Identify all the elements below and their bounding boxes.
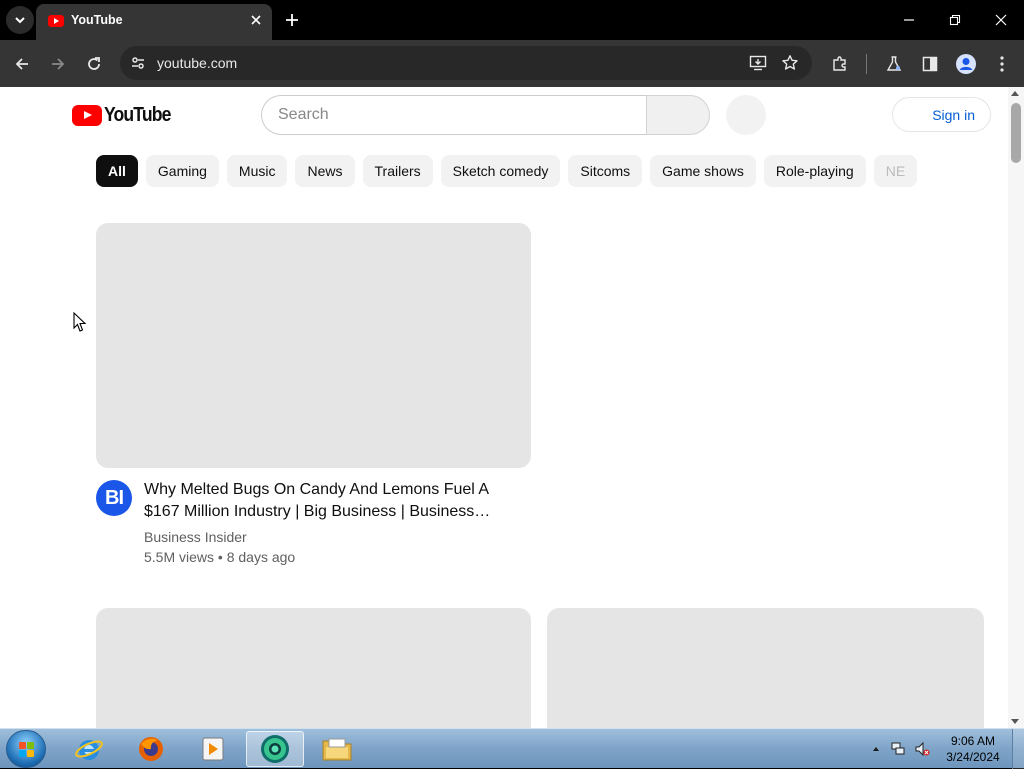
reload-button[interactable]: [80, 50, 108, 78]
plus-icon: [286, 14, 298, 26]
youtube-favicon-icon: [48, 15, 64, 27]
site-info-icon: [132, 57, 144, 69]
minimize-button[interactable]: [894, 6, 924, 34]
extensions-icon: [833, 56, 846, 71]
menu-icon: [1000, 56, 1004, 72]
tab-youtube[interactable]: YouTube: [36, 4, 272, 40]
file-explorer-icon: [322, 738, 352, 761]
reload-icon: [88, 57, 100, 70]
windows-taskbar: 9:06 AM 3/24/2024: [0, 728, 1024, 769]
network-icon: [891, 742, 905, 755]
video-title[interactable]: Why Melted Bugs On Candy And Lemons Fuel…: [144, 479, 514, 523]
profile-button[interactable]: [952, 50, 980, 78]
close-icon: [251, 15, 261, 25]
firefox-icon: [139, 737, 163, 761]
taskbar-internet-explorer[interactable]: [60, 731, 118, 767]
browser-toolbar: youtube.com: [0, 40, 1024, 87]
chip-news[interactable]: News: [295, 155, 355, 187]
show-hidden-icons-button[interactable]: [868, 741, 884, 757]
address-bar[interactable]: youtube.com: [120, 46, 812, 80]
clock-date: 3/24/2024: [946, 750, 1000, 764]
bookmark-button[interactable]: [780, 53, 800, 73]
media-player-icon: [202, 737, 224, 761]
profile-icon: [956, 54, 976, 74]
video-thumbnail-placeholder[interactable]: [547, 608, 984, 728]
close-icon: [995, 14, 1007, 26]
bookmark-star-icon: [782, 55, 798, 70]
youtube-play-icon: [72, 104, 102, 126]
show-desktop-button[interactable]: [1012, 729, 1024, 769]
video-meta: 5.5M views • 8 days ago: [144, 549, 296, 565]
taskbar-firefox[interactable]: [122, 731, 180, 767]
chip-game-shows[interactable]: Game shows: [650, 155, 756, 187]
scrollbar-thumb[interactable]: [1011, 103, 1021, 163]
start-button[interactable]: [6, 730, 46, 768]
system-clock[interactable]: 9:06 AM 3/24/2024: [940, 733, 1006, 765]
forward-button[interactable]: [44, 50, 72, 78]
search-button[interactable]: [646, 95, 710, 135]
back-button[interactable]: [8, 50, 36, 78]
channel-avatar[interactable]: BI: [96, 480, 132, 516]
youtube-logo-text: YouTube: [104, 103, 171, 126]
video-thumbnail-placeholder[interactable]: [96, 608, 531, 728]
network-tray[interactable]: [890, 741, 906, 757]
chip-partial[interactable]: NE: [873, 155, 918, 187]
tab-search-button[interactable]: [6, 6, 34, 34]
chip-all[interactable]: All: [96, 155, 138, 187]
search-input[interactable]: [278, 106, 618, 124]
voice-search-button[interactable]: [726, 95, 766, 135]
taskbar-media-player[interactable]: [184, 731, 242, 767]
windows-logo-icon: [19, 742, 35, 758]
labs-button[interactable]: [880, 50, 908, 78]
restore-icon: [949, 14, 961, 26]
new-tab-button[interactable]: [280, 8, 304, 32]
chip-trailers[interactable]: Trailers: [362, 155, 433, 187]
taskbar-file-explorer[interactable]: [308, 731, 366, 767]
forward-icon: [52, 58, 65, 70]
mouse-cursor-icon: [73, 312, 87, 332]
chevron-down-icon: [15, 17, 25, 24]
chip-gaming[interactable]: Gaming: [145, 155, 219, 187]
volume-tray[interactable]: [914, 741, 930, 757]
video-channel-name[interactable]: Business Insider: [144, 529, 247, 545]
minimize-icon: [904, 19, 914, 21]
site-info-button[interactable]: [128, 53, 148, 73]
chip-sitcoms[interactable]: Sitcoms: [568, 155, 643, 187]
restore-button[interactable]: [940, 6, 970, 34]
chip-sketch-comedy[interactable]: Sketch comedy: [440, 155, 561, 187]
category-chips: All Gaming Music News Trailers Sketch comedy S…: [96, 155, 946, 187]
tab-title: YouTube: [71, 13, 123, 27]
tab-close-button[interactable]: [248, 12, 264, 28]
browser-titlebar: YouTube: [0, 0, 1024, 40]
taskbar-chrome[interactable]: [246, 731, 304, 767]
page-scrollbar[interactable]: [1008, 87, 1024, 728]
scroll-down-arrow-icon[interactable]: [1011, 719, 1019, 724]
youtube-logo[interactable]: YouTube: [72, 104, 180, 126]
url-text[interactable]: youtube.com: [157, 55, 237, 71]
internet-explorer-icon: [75, 740, 103, 760]
extensions-button[interactable]: [826, 50, 854, 78]
menu-button[interactable]: [988, 50, 1016, 78]
install-app-button[interactable]: [748, 53, 768, 73]
video-thumbnail[interactable]: [96, 223, 531, 468]
toolbar-separator: [866, 54, 867, 74]
scroll-up-arrow-icon[interactable]: [1011, 91, 1019, 96]
sign-in-button[interactable]: Sign in: [892, 97, 991, 132]
back-icon: [15, 58, 28, 70]
side-panel-button[interactable]: [916, 50, 944, 78]
clock-time: 9:06 AM: [950, 734, 996, 748]
chip-role-playing[interactable]: Role-playing: [763, 155, 866, 187]
install-app-icon: [749, 55, 767, 71]
youtube-page: YouTube Sign in AllGamingMusicNewsTraile…: [0, 87, 1024, 728]
chevron-up-icon: [873, 747, 879, 751]
chip-music[interactable]: Music: [226, 155, 288, 187]
chrome-canary-icon: [261, 735, 289, 763]
side-panel-icon: [922, 56, 938, 72]
labs-icon: [886, 56, 902, 71]
volume-muted-icon: [915, 741, 930, 757]
close-window-button[interactable]: [986, 6, 1016, 34]
search-box[interactable]: [261, 95, 647, 135]
sign-in-label: Sign in: [932, 106, 975, 123]
channel-initials: BI: [105, 486, 124, 509]
